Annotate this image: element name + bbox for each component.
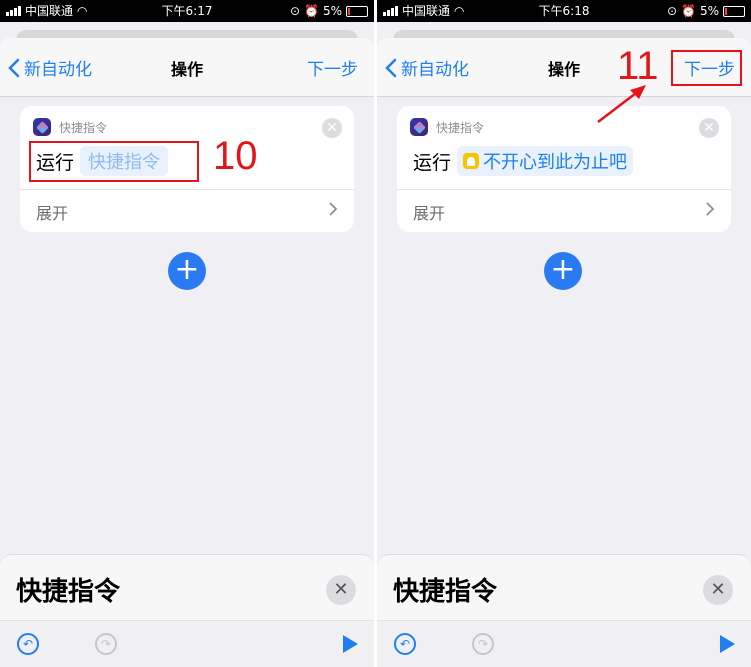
status-bar: 中国联通 ◠ 下午6:18 ⊙ ⏰ 5% bbox=[377, 0, 751, 22]
play-icon[interactable] bbox=[343, 635, 358, 653]
redo-icon[interactable]: ↷ bbox=[95, 633, 117, 655]
left-screen: 中国联通 ◠ 下午6:17 ⊙ ⏰ 5% 新自动化 操作 下一步 快捷指令 ✕ … bbox=[0, 0, 374, 667]
status-right: ⊙ ⏰ 5% bbox=[667, 0, 745, 22]
bottom-sheet-title: 快捷指令 bbox=[16, 577, 121, 607]
expand-label[interactable]: 展开 bbox=[36, 200, 68, 224]
orientation-lock-icon: ⊙ bbox=[289, 4, 300, 18]
toolbar: ↶ ↷ bbox=[377, 620, 751, 667]
bell-icon bbox=[463, 153, 480, 169]
highlight-box bbox=[671, 50, 742, 86]
highlight-box bbox=[29, 141, 199, 182]
divider bbox=[397, 189, 731, 190]
undo-icon[interactable]: ↶ bbox=[394, 633, 416, 655]
arrow-annotation bbox=[597, 85, 646, 123]
plus-icon[interactable]: + bbox=[544, 252, 582, 290]
close-icon[interactable]: ✕ bbox=[326, 575, 356, 605]
status-bar: 中国联通 ◠ 下午6:17 ⊙ ⏰ 5% bbox=[0, 0, 374, 22]
expand-label[interactable]: 展开 bbox=[413, 200, 445, 224]
close-icon[interactable]: ✕ bbox=[703, 575, 733, 605]
battery-percent: 5% bbox=[699, 4, 719, 18]
undo-icon[interactable]: ↶ bbox=[17, 633, 39, 655]
orientation-lock-icon: ⊙ bbox=[666, 4, 677, 18]
shortcuts-app-icon bbox=[33, 118, 51, 136]
divider bbox=[20, 189, 354, 190]
plus-icon[interactable]: + bbox=[168, 252, 206, 290]
shortcut-parameter[interactable]: 不开心到此为止吧 bbox=[457, 146, 634, 176]
battery-icon bbox=[723, 5, 745, 17]
battery-percent: 5% bbox=[322, 4, 342, 18]
close-icon[interactable]: ✕ bbox=[322, 118, 342, 138]
status-right: ⊙ ⏰ 5% bbox=[290, 0, 368, 22]
close-icon[interactable]: ✕ bbox=[699, 118, 719, 138]
action-app-name: 快捷指令 bbox=[436, 121, 485, 135]
action-app-name: 快捷指令 bbox=[59, 121, 108, 135]
nav-bar: 新自动化 操作 下一步 bbox=[0, 38, 374, 97]
chevron-right-icon[interactable] bbox=[329, 202, 338, 216]
run-label: 运行 bbox=[413, 151, 452, 174]
chevron-right-icon[interactable] bbox=[706, 202, 715, 216]
right-screen: 中国联通 ◠ 下午6:18 ⊙ ⏰ 5% 新自动化 操作 下一步 快捷指令 ✕ … bbox=[377, 0, 751, 667]
battery-icon bbox=[346, 5, 368, 17]
action-card: 快捷指令 ✕ 运行 不开心到此为止吧 展开 bbox=[397, 106, 731, 232]
alarm-icon: ⏰ bbox=[304, 4, 319, 18]
bottom-sheet-title: 快捷指令 bbox=[393, 577, 498, 607]
step-number: 10 bbox=[213, 134, 258, 178]
run-row: 运行 不开心到此为止吧 bbox=[413, 146, 634, 176]
next-button[interactable]: 下一步 bbox=[307, 55, 358, 80]
shortcut-name: 不开心到此为止吧 bbox=[483, 152, 628, 173]
redo-icon[interactable]: ↷ bbox=[472, 633, 494, 655]
alarm-icon: ⏰ bbox=[681, 4, 696, 18]
toolbar: ↶ ↷ bbox=[0, 620, 374, 667]
play-icon[interactable] bbox=[720, 635, 735, 653]
shortcuts-app-icon bbox=[410, 118, 428, 136]
